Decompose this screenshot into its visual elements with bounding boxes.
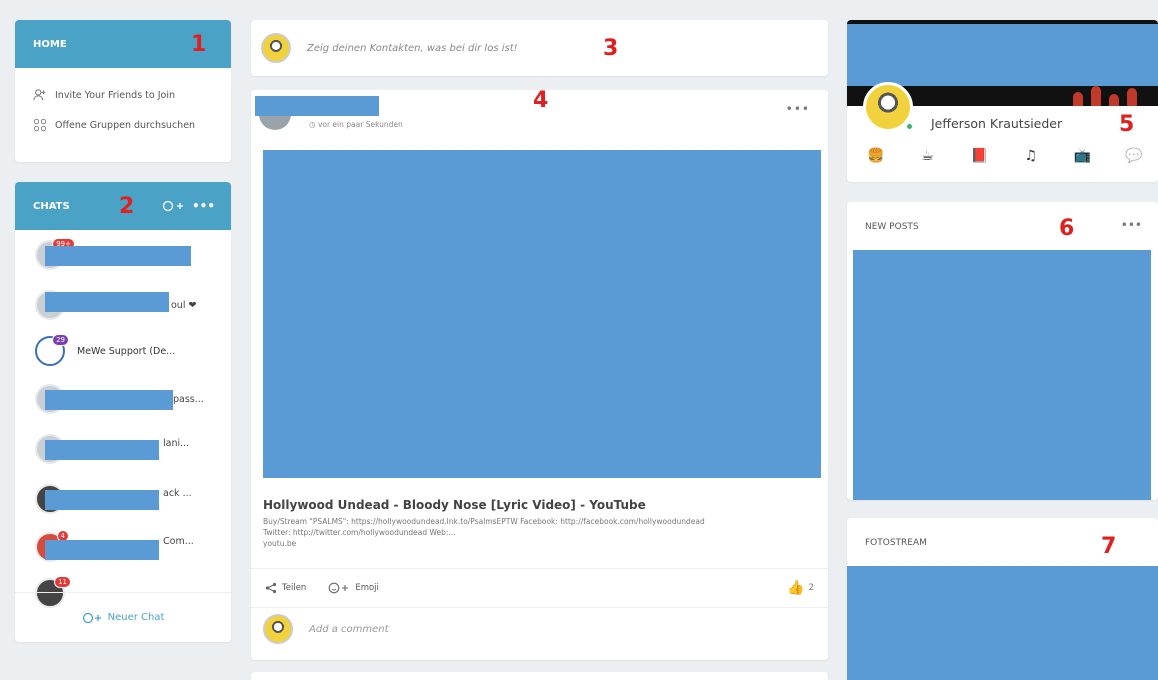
unread-badge: 29: [52, 334, 69, 346]
new-posts-card: NEW POSTS 6 •••: [847, 202, 1158, 500]
chats-card: CHATS 2 ••• 99+ oul ❤ 29 MeWe Support (D…: [15, 182, 231, 642]
redacted-fotostream: [847, 566, 1158, 680]
new-chat-button[interactable]: Neuer Chat: [15, 592, 231, 642]
redacted-banner: [847, 24, 1158, 86]
chat-item[interactable]: lani...: [35, 432, 225, 466]
next-feed-post: [251, 672, 828, 680]
browse-groups-label: Offene Gruppen durchsuchen: [55, 119, 196, 131]
share-button[interactable]: Teilen: [265, 582, 306, 594]
link-preview-description: Buy/Stream "PSALMS": https://hollywoodun…: [263, 516, 733, 549]
banner-flame: [1073, 92, 1083, 106]
add-person-icon: [33, 89, 46, 101]
profile-name[interactable]: Jefferson Krautsieder: [931, 116, 1062, 131]
annotation-marker-6: 6: [1059, 216, 1075, 241]
redacted-chat-name: [45, 246, 191, 266]
invite-friends-link[interactable]: Invite Your Friends to Join: [15, 80, 231, 110]
home-title: HOME: [33, 38, 67, 50]
new-chat-label: Neuer Chat: [107, 612, 165, 623]
clock-icon: ◷: [309, 120, 316, 129]
chat-name-fragment: ack ...: [163, 488, 192, 499]
chat-item[interactable]: pass...: [35, 382, 225, 416]
comment-input-row[interactable]: Add a comment: [263, 614, 389, 644]
annotation-marker-2: 2: [119, 194, 135, 219]
post-action-bar: Teilen Emoji 👍 2: [251, 568, 828, 608]
redacted-chat-name: [45, 390, 173, 410]
link-preview-text: Buy/Stream "PSALMS": https://hollywoodun…: [263, 517, 705, 537]
feed-post: 4 ◷ vor ein paar Sekunden ••• Hollywood …: [251, 90, 828, 660]
post-time-label: vor ein paar Sekunden: [317, 120, 403, 129]
chats-more-button[interactable]: •••: [192, 199, 215, 213]
chat-name-fragment: pass...: [173, 393, 204, 405]
redacted-new-posts: [853, 250, 1151, 500]
annotation-marker-4: 4: [533, 90, 549, 113]
composer-placeholder[interactable]: Zeig deinen Kontakten, was bei dir los i…: [307, 43, 518, 54]
chats-header: CHATS 2 •••: [15, 182, 231, 230]
chat-name-fragment: oul ❤: [171, 299, 197, 311]
chat-name-fragment: lani...: [163, 438, 190, 449]
emoji-button[interactable]: Emoji: [328, 582, 379, 594]
chat-name: MeWe Support (De...: [77, 345, 176, 357]
redacted-author-name: [255, 96, 379, 116]
online-status-indicator: [905, 122, 914, 131]
redacted-chat-name: [45, 292, 169, 312]
comment-placeholder[interactable]: Add a comment: [309, 624, 389, 635]
banner-flame: [1127, 88, 1137, 106]
unread-badge: 11: [54, 576, 71, 588]
groups-icon: [33, 118, 47, 132]
annotation-marker-3: 3: [603, 36, 619, 61]
browse-groups-link[interactable]: Offene Gruppen durchsuchen: [15, 110, 231, 140]
chat-item[interactable]: 99+: [35, 238, 225, 272]
chats-title: CHATS: [33, 200, 70, 212]
burger-icon[interactable]: 🍔: [865, 148, 887, 164]
user-avatar: [261, 33, 291, 63]
post-more-button[interactable]: •••: [786, 102, 810, 116]
new-posts-title: NEW POSTS: [865, 222, 919, 232]
banner-flame: [1109, 94, 1119, 106]
home-card: HOME Invite Your Friends to Join Offene …: [15, 20, 231, 162]
chat-item[interactable]: oul ❤: [35, 288, 225, 322]
user-avatar: [263, 614, 293, 644]
like-count: 2: [808, 583, 814, 593]
new-chat-icon: [82, 612, 101, 623]
redacted-chat-name: [45, 540, 159, 560]
post-timestamp: ◷ vor ein paar Sekunden: [309, 120, 403, 129]
annotation-marker-1: 1: [191, 32, 207, 57]
invite-friends-label: Invite Your Friends to Join: [55, 89, 175, 101]
thumbs-up-icon: 👍: [787, 580, 805, 596]
annotation-marker-7: 7: [1101, 534, 1117, 559]
coffee-icon[interactable]: ☕: [917, 148, 939, 164]
link-preview-title[interactable]: Hollywood Undead - Bloody Nose [Lyric Vi…: [263, 498, 646, 512]
chat-item[interactable]: ack ...: [35, 482, 225, 516]
annotation-marker-5: 5: [1119, 112, 1135, 137]
chat-name-fragment: Com...: [163, 536, 194, 547]
music-note-icon[interactable]: ♫: [1020, 148, 1042, 164]
mewe-avatar: 29: [35, 334, 69, 366]
new-chat-icon[interactable]: [162, 200, 184, 212]
post-composer[interactable]: Zeig deinen Kontakten, was bei dir los i…: [251, 20, 828, 76]
redacted-chat-name: [45, 440, 159, 460]
chat-item-mewe-support[interactable]: 29 MeWe Support (De...: [35, 334, 225, 368]
like-counter[interactable]: 👍 2: [787, 580, 814, 596]
emoji-add-icon: [328, 582, 349, 594]
tv-icon[interactable]: 📺: [1071, 148, 1093, 164]
banner-flame: [1091, 86, 1101, 106]
profile-card: Jefferson Krautsieder 5 🍔 ☕ 📕 ♫ 📺 💬: [847, 20, 1158, 182]
share-icon: [265, 582, 277, 594]
share-label: Teilen: [282, 583, 307, 593]
redacted-chat-name: [45, 490, 159, 510]
emoji-label: Emoji: [355, 583, 379, 593]
fotostream-title: FOTOSTREAM: [865, 538, 927, 548]
speech-bubble-icon[interactable]: 💬: [1123, 148, 1145, 164]
link-preview-domain: youtu.be: [263, 539, 297, 548]
chat-item[interactable]: 4 Com...: [35, 530, 225, 564]
book-icon[interactable]: 📕: [968, 148, 990, 164]
profile-interest-icons: 🍔 ☕ 📕 ♫ 📺 💬: [865, 148, 1145, 164]
redacted-post-media[interactable]: [263, 150, 821, 478]
fotostream-card: FOTOSTREAM 7: [847, 518, 1158, 680]
new-posts-more-button[interactable]: •••: [1121, 218, 1142, 232]
